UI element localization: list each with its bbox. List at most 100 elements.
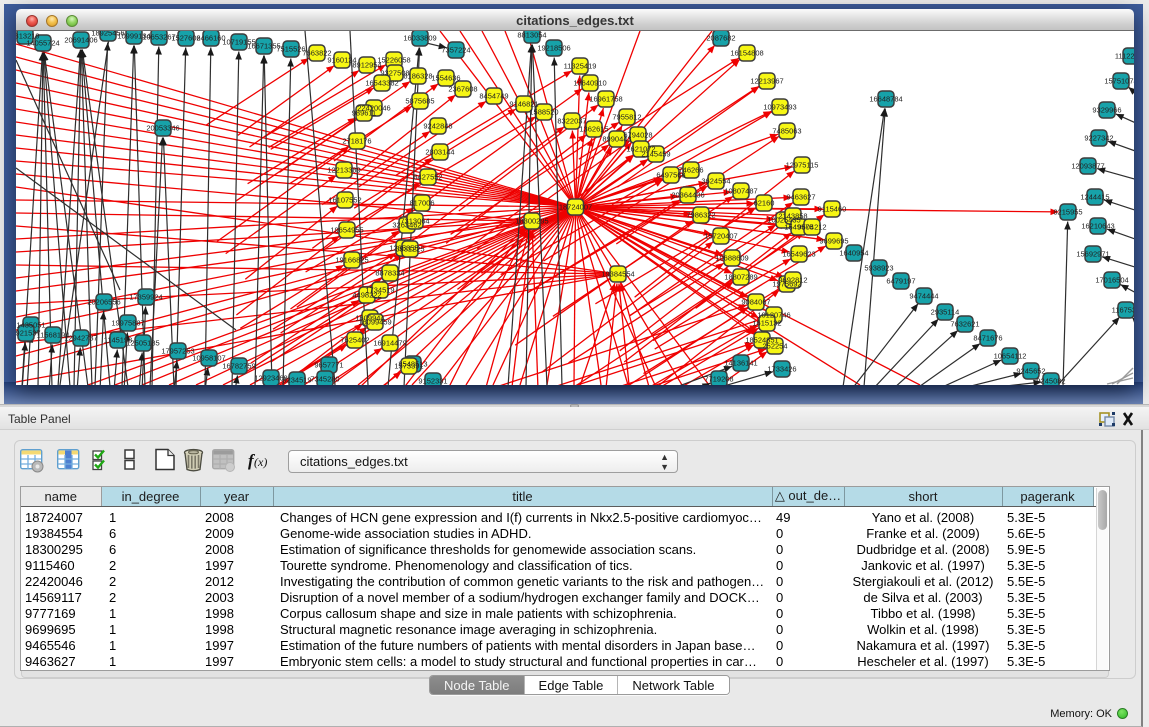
svg-text:7313064: 7313064	[400, 217, 429, 226]
svg-text:7345280: 7345280	[310, 375, 339, 384]
svg-text:12213967: 12213967	[750, 77, 783, 86]
svg-text:2803144: 2803144	[425, 148, 454, 157]
svg-text:15751074: 15751074	[1104, 77, 1134, 86]
svg-text:9242848: 9242848	[423, 122, 452, 131]
svg-text:(x): (x)	[254, 455, 267, 469]
svg-text:3624554: 3624554	[701, 177, 730, 186]
svg-text:16914479: 16914479	[373, 339, 406, 348]
svg-text:2718176: 2718176	[342, 137, 371, 146]
svg-text:1362615: 1362615	[579, 125, 608, 134]
svg-text:8427552: 8427552	[413, 173, 442, 182]
svg-text:16107552: 16107552	[328, 196, 361, 205]
svg-text:16210643: 16210643	[1081, 222, 1114, 231]
svg-text:1588520: 1588520	[529, 108, 558, 117]
svg-text:9463627: 9463627	[786, 193, 815, 202]
svg-text:10688609: 10688609	[715, 254, 748, 263]
svg-text:12505185: 12505185	[126, 339, 159, 348]
svg-text:12942737: 12942737	[64, 334, 97, 343]
svg-text:16961758: 16961758	[589, 95, 622, 104]
svg-text:11122345: 11122345	[1115, 52, 1134, 61]
svg-text:19654955: 19654955	[330, 226, 363, 235]
svg-text:20053346: 20053346	[146, 124, 179, 133]
svg-text:7986322: 7986322	[686, 211, 715, 220]
svg-text:2143858: 2143858	[778, 212, 807, 221]
svg-text:1573391: 1573391	[394, 362, 423, 371]
svg-text:18300295: 18300295	[515, 217, 548, 226]
svg-text:2145459: 2145459	[641, 150, 670, 159]
svg-text:19384554: 19384554	[601, 270, 634, 279]
svg-text:2367608: 2367608	[448, 85, 477, 94]
svg-text:12093877: 12093877	[1071, 162, 1104, 171]
svg-text:17359924: 17359924	[129, 293, 162, 302]
svg-text:16033809: 16033809	[403, 34, 436, 43]
svg-text:9699695: 9699695	[819, 237, 848, 246]
svg-text:2935114: 2935114	[931, 308, 960, 317]
svg-text:17016504: 17016504	[1095, 276, 1128, 285]
svg-text:10807487: 10807487	[724, 187, 757, 196]
svg-text:19975887: 19975887	[111, 319, 144, 328]
svg-text:7485063: 7485063	[772, 127, 801, 136]
svg-text:14136141: 14136141	[724, 359, 757, 368]
svg-text:9604212: 9604212	[797, 223, 826, 232]
svg-text:16648784: 16648784	[869, 95, 902, 104]
svg-text:6479197: 6479197	[886, 277, 915, 286]
svg-text:8878334: 8878334	[375, 269, 404, 278]
svg-text:8234519: 8234519	[282, 376, 311, 385]
svg-text:8186328: 8186328	[403, 72, 432, 81]
svg-text:9152331: 9152331	[418, 377, 447, 385]
svg-text:8931225: 8931225	[395, 245, 424, 254]
svg-text:7515526: 7515526	[276, 45, 305, 54]
svg-text:1733426: 1733426	[767, 365, 796, 374]
svg-text:62160: 62160	[754, 199, 775, 208]
svg-text:19218506: 19218506	[537, 44, 570, 53]
svg-text:16154808: 16154808	[730, 49, 763, 58]
svg-text:8813054: 8813054	[517, 31, 546, 40]
svg-text:9692812: 9692812	[778, 276, 807, 285]
svg-text:7625402: 7625402	[340, 336, 369, 345]
svg-text:1640954: 1640954	[839, 249, 868, 258]
svg-text:8215955: 8215955	[1053, 208, 1082, 217]
svg-text:9245652: 9245652	[1016, 367, 1045, 376]
svg-text:16782759: 16782759	[222, 362, 255, 371]
svg-text:20206556: 20206556	[87, 298, 120, 307]
svg-text:18807289: 18807289	[724, 273, 757, 282]
svg-text:20364436: 20364436	[671, 191, 704, 200]
svg-text:9115460: 9115460	[818, 205, 847, 214]
svg-text:252254: 252254	[762, 342, 787, 351]
svg-text:1615132: 1615132	[752, 319, 781, 328]
svg-text:15692971: 15692971	[1076, 250, 1109, 259]
svg-text:7357224: 7357224	[441, 46, 470, 55]
svg-text:8454749: 8454749	[479, 92, 508, 101]
svg-text:989611: 989611	[352, 109, 376, 118]
svg-text:16099459: 16099459	[358, 318, 391, 327]
svg-text:817006: 817006	[409, 199, 434, 208]
svg-text:10958107: 10958107	[192, 354, 225, 363]
svg-text:5875685: 5875685	[405, 97, 434, 106]
svg-text:16543382: 16543382	[365, 79, 398, 88]
svg-text:15720407: 15720407	[704, 232, 737, 241]
svg-text:6466160: 6466160	[196, 34, 225, 43]
svg-text:12213389: 12213389	[327, 166, 360, 175]
svg-text:7719208: 7719208	[704, 375, 733, 384]
svg-text:7955812: 7955812	[612, 113, 641, 122]
svg-text:9657771: 9657771	[314, 361, 343, 370]
svg-text:8471676: 8471676	[973, 334, 1002, 343]
svg-text:15226058: 15226058	[377, 56, 410, 65]
svg-text:5938923: 5938923	[864, 264, 893, 273]
svg-text:9227342: 9227342	[1084, 134, 1113, 143]
svg-text:9084067: 9084067	[741, 298, 770, 307]
svg-text:18724007: 18724007	[559, 203, 592, 212]
svg-text:6794028: 6794028	[623, 131, 652, 140]
svg-text:1734519: 1734519	[365, 286, 394, 295]
svg-text:1244415: 1244415	[1080, 193, 1109, 202]
svg-text:9474444: 9474444	[909, 292, 938, 301]
svg-text:10654112: 10654112	[994, 352, 1027, 361]
svg-text:18640910: 18640910	[573, 79, 606, 88]
svg-text:1554636: 1554636	[431, 74, 460, 83]
svg-text:746266: 746266	[678, 166, 703, 175]
svg-text:10973493: 10973493	[763, 103, 796, 112]
svg-text:9245082: 9245082	[1036, 377, 1065, 385]
svg-text:12975115: 12975115	[786, 161, 819, 170]
svg-text:17957253: 17957253	[161, 347, 194, 356]
svg-text:2087682: 2087682	[706, 34, 735, 43]
